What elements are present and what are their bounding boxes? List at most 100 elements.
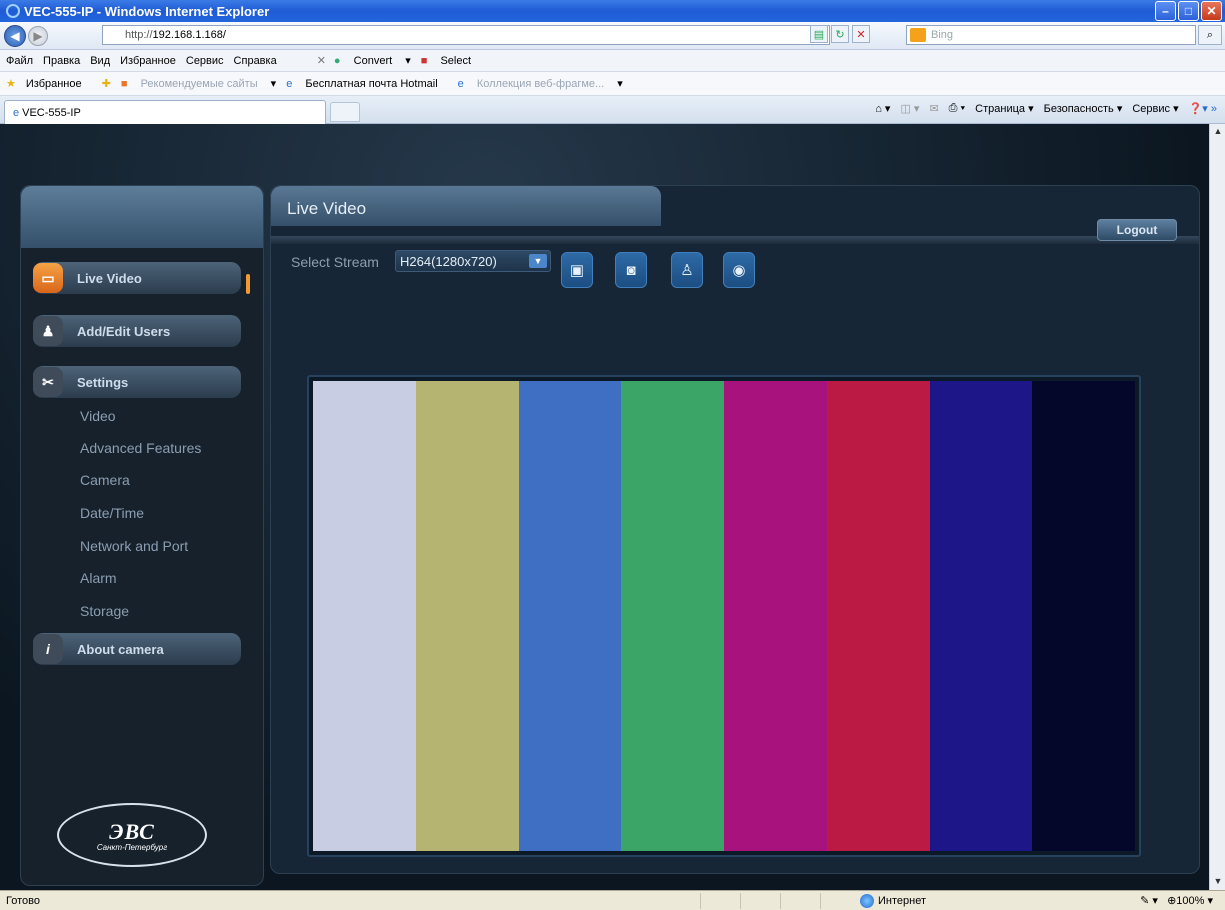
status-text: Готово bbox=[6, 894, 40, 907]
stop-icon[interactable]: ✕ bbox=[852, 25, 870, 43]
settings-item-video[interactable]: Video bbox=[80, 408, 116, 424]
protected-mode-icon: ✎ ▾ bbox=[1140, 895, 1158, 907]
convert-button[interactable]: ● Convert ▾ bbox=[334, 54, 411, 67]
help-icon[interactable]: ❓▾ » bbox=[1189, 102, 1217, 115]
print-icon[interactable]: ⎙ ▾ bbox=[949, 102, 965, 115]
forward-button[interactable]: ▶ bbox=[28, 25, 48, 46]
scroll-up-icon[interactable]: ▲ bbox=[1212, 126, 1224, 138]
sidebar-header bbox=[21, 186, 263, 248]
ie-page-icon: e bbox=[457, 78, 464, 90]
stream-select-value: H264(1280x720) bbox=[400, 253, 497, 269]
safety-menu-label: Безопасность bbox=[1043, 103, 1114, 115]
page-menu[interactable]: Страница ▾ bbox=[975, 102, 1033, 115]
status-bar: Готово Интернет ✎ ▾ ⊕100% ▾ bbox=[0, 890, 1225, 910]
tab-title: VEC-555-IP bbox=[22, 106, 81, 119]
user-add-icon: ♟ bbox=[33, 316, 63, 346]
home-icon[interactable]: ⌂ ▾ bbox=[875, 102, 890, 115]
url-prefix: http:// bbox=[125, 29, 153, 41]
sidebar-item-add-edit-users[interactable]: ♟ Add/Edit Users bbox=[33, 315, 241, 347]
search-placeholder: Bing bbox=[931, 29, 954, 41]
snapshot-icon: ◙ bbox=[626, 261, 636, 279]
close-toolbar-icon[interactable]: ✕ bbox=[317, 54, 326, 67]
color-bar-2 bbox=[415, 381, 519, 851]
page-scrollbar[interactable]: ▲ ▼ bbox=[1209, 124, 1225, 890]
settings-item-advanced-features[interactable]: Advanced Features bbox=[80, 440, 201, 456]
settings-item-storage[interactable]: Storage bbox=[80, 603, 129, 619]
gallery-label: Коллекция веб-фрагме... bbox=[476, 78, 605, 90]
zoom-control[interactable]: ✎ ▾ ⊕100% ▾ bbox=[1140, 894, 1213, 907]
ie-page-icon: e bbox=[286, 77, 293, 90]
menu-view[interactable]: Вид bbox=[90, 55, 110, 67]
settings-item-date-time[interactable]: Date/Time bbox=[80, 505, 144, 521]
chevron-down-icon: ▼ bbox=[529, 254, 547, 268]
record-button[interactable]: ◉ bbox=[723, 252, 755, 288]
ie-logo-icon bbox=[6, 4, 20, 18]
menu-tools[interactable]: Сервис bbox=[186, 55, 224, 67]
minimize-button[interactable]: – bbox=[1155, 1, 1176, 21]
logo-subtext: Санкт-Петербург bbox=[96, 842, 168, 852]
menu-bar: Файл Правка Вид Избранное Сервис Справка… bbox=[0, 50, 1225, 72]
page-menu-label: Страница bbox=[975, 103, 1026, 115]
sidebar-item-settings[interactable]: ✂ Settings bbox=[33, 366, 241, 398]
url-host: 192.168.1.168/ bbox=[152, 29, 226, 41]
color-bar-3 bbox=[518, 381, 622, 851]
search-input[interactable]: Bing bbox=[906, 25, 1196, 45]
live-video-frame[interactable] bbox=[307, 375, 1141, 857]
color-bar-5 bbox=[724, 381, 827, 851]
search-button[interactable]: ⌕ bbox=[1198, 25, 1222, 45]
url-field[interactable]: http://192.168.1.168/ bbox=[102, 25, 830, 45]
menu-favorites[interactable]: Избранное bbox=[120, 55, 176, 67]
star-icon: ★ bbox=[6, 78, 16, 90]
add-favorite-icon[interactable]: ✚ bbox=[102, 77, 111, 90]
active-indicator bbox=[246, 274, 250, 294]
menu-help[interactable]: Справка bbox=[234, 55, 277, 67]
color-bar-4 bbox=[621, 381, 724, 851]
close-button[interactable]: ✕ bbox=[1201, 1, 1222, 21]
settings-item-network-port[interactable]: Network and Port bbox=[80, 538, 188, 554]
tab-bar: e VEC-555-IP ⌂ ▾ ◫ ▾ ✉ ⎙ ▾ Страница ▾ Бе… bbox=[0, 96, 1225, 124]
recommended-label: Рекомендуемые сайты bbox=[140, 78, 258, 90]
settings-item-camera[interactable]: Camera bbox=[80, 472, 130, 488]
compat-view-icon[interactable]: ▤ bbox=[810, 25, 828, 43]
tools-icon: ✂ bbox=[33, 367, 63, 397]
sidebar-item-about-camera[interactable]: i About camera bbox=[33, 633, 241, 665]
back-button[interactable]: ◀ bbox=[4, 24, 26, 47]
tab-active[interactable]: e VEC-555-IP bbox=[4, 100, 326, 124]
select-label: Select bbox=[440, 54, 472, 67]
color-bar-1 bbox=[313, 381, 416, 851]
logout-button[interactable]: Logout bbox=[1097, 219, 1177, 241]
alarm-bell-icon: ♙ bbox=[680, 262, 694, 279]
favorites-button[interactable]: ★ Избранное bbox=[6, 77, 92, 90]
zone-label: Интернет bbox=[878, 895, 926, 907]
record-icon: ◉ bbox=[732, 262, 746, 279]
mail-icon[interactable]: ✉ bbox=[929, 102, 938, 115]
color-bars bbox=[313, 381, 1135, 851]
fullscreen-icon: ▣ bbox=[569, 262, 585, 279]
webslice-gallery-link[interactable]: e Коллекция веб-фрагме... ▾ bbox=[458, 77, 623, 90]
maximize-button[interactable]: □ bbox=[1178, 1, 1199, 21]
header-divider bbox=[271, 236, 1199, 244]
select-button[interactable]: ■ Select bbox=[421, 55, 481, 67]
tools-menu[interactable]: Сервис ▾ bbox=[1132, 102, 1178, 115]
page-content: ▭ Live Video ♟ Add/Edit Users ✂ Settings… bbox=[0, 124, 1209, 890]
scroll-down-icon[interactable]: ▼ bbox=[1212, 876, 1224, 888]
refresh-icon[interactable]: ↻ bbox=[831, 25, 849, 43]
safety-menu[interactable]: Безопасность ▾ bbox=[1044, 102, 1123, 115]
tools-menu-label: Сервис bbox=[1132, 103, 1171, 115]
new-tab-button[interactable] bbox=[330, 102, 360, 122]
snapshot-button[interactable]: ◙ bbox=[615, 252, 647, 288]
alarm-button[interactable]: ♙ bbox=[671, 252, 703, 288]
hotmail-link[interactable]: e Бесплатная почта Hotmail bbox=[286, 78, 447, 90]
zoom-icon: ⊕ bbox=[1167, 895, 1177, 907]
fullscreen-button[interactable]: ▣ bbox=[561, 252, 593, 288]
security-zone[interactable]: Интернет bbox=[860, 894, 926, 908]
settings-item-alarm[interactable]: Alarm bbox=[80, 570, 117, 586]
feeds-icon[interactable]: ◫ ▾ bbox=[900, 102, 919, 115]
window-title: VEC-555-IP - Windows Internet Explorer bbox=[24, 3, 270, 19]
menu-edit[interactable]: Правка bbox=[43, 55, 80, 67]
menu-file[interactable]: Файл bbox=[6, 55, 33, 67]
sidebar-item-live-video[interactable]: ▭ Live Video bbox=[33, 262, 241, 294]
hotmail-label: Бесплатная почта Hotmail bbox=[305, 77, 438, 90]
stream-select[interactable]: H264(1280x720) ▼ bbox=[395, 250, 551, 272]
recommended-sites-link[interactable]: ■ Рекомендуемые сайты ▾ bbox=[121, 77, 276, 90]
